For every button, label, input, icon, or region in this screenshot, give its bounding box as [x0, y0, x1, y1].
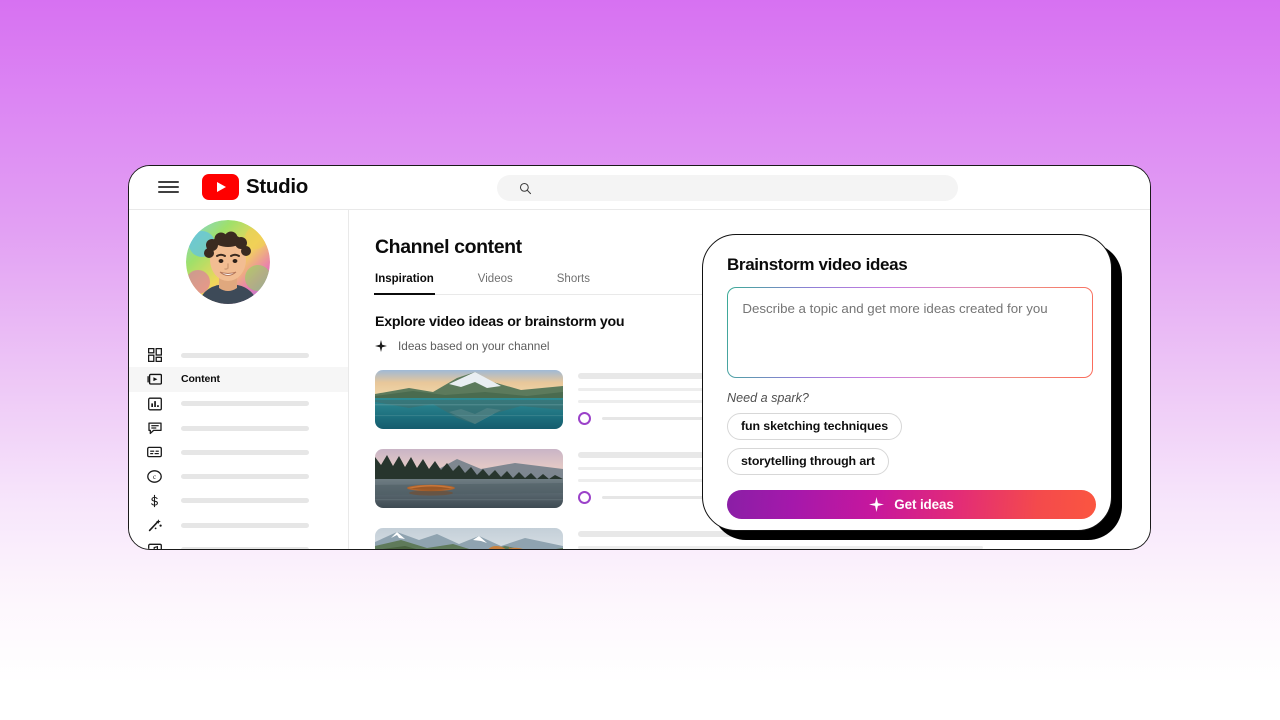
sidebar-item-subtitles[interactable]	[129, 440, 348, 464]
prompt-field-border	[727, 287, 1093, 378]
hamburger-menu-icon[interactable]	[158, 179, 179, 195]
earn-dollar-icon: S	[147, 493, 162, 508]
suggestion-chip-1[interactable]: fun sketching techniques	[727, 413, 902, 440]
sidebar-item-label-placeholder	[181, 522, 309, 528]
sidebar-item-comments[interactable]	[129, 416, 348, 440]
svg-text:c: c	[153, 473, 156, 481]
sidebar-item-analytics[interactable]	[129, 392, 348, 416]
sidebar: Content c	[129, 210, 349, 549]
search-icon	[519, 182, 532, 194]
top-bar: Studio	[129, 166, 1150, 210]
tab-videos[interactable]: Videos	[478, 273, 513, 294]
need-a-spark-label: Need a spark?	[727, 391, 809, 405]
youtube-logo-icon	[202, 174, 239, 200]
wooden-boat-misty-lake-thumbnail[interactable]	[375, 449, 563, 508]
sidebar-item-content[interactable]: Content	[129, 367, 348, 392]
sidebar-item-label-placeholder	[181, 401, 309, 407]
comments-speech-bubble-icon	[147, 421, 162, 436]
loading-ring-icon	[578, 412, 591, 426]
get-ideas-label: Get ideas	[894, 497, 954, 512]
ideas-source-label: Ideas based on your channel	[398, 339, 550, 353]
sidebar-item-label-placeholder	[181, 547, 309, 549]
brand-logo[interactable]: Studio	[202, 174, 308, 200]
tab-inspiration[interactable]: Inspiration	[374, 273, 435, 296]
placeholder-line	[578, 545, 983, 549]
loading-ring-icon	[578, 491, 591, 505]
sidebar-item-audio-library[interactable]	[129, 537, 348, 549]
dialog-title: Brainstorm video ideas	[727, 255, 908, 274]
brainstorm-dialog: Brainstorm video ideas Need a spark? fun…	[702, 234, 1112, 531]
audio-library-icon	[147, 542, 162, 549]
person-red-jacket-mountain-view-thumbnail[interactable]	[375, 528, 563, 549]
suggestion-chip-2[interactable]: storytelling through art	[727, 448, 889, 475]
sidebar-item-label: Content	[181, 373, 220, 386]
search-input[interactable]	[497, 175, 958, 201]
sidebar-item-earn[interactable]: S	[129, 489, 348, 513]
sidebar-item-copyright[interactable]: c	[129, 464, 348, 488]
analytics-bar-chart-icon	[147, 396, 162, 411]
avatar-image	[186, 220, 270, 304]
sidebar-nav-list: Content c	[129, 343, 348, 549]
mountain-peak-lake-reflection-thumbnail[interactable]	[375, 370, 563, 429]
avatar[interactable]	[186, 220, 270, 304]
sidebar-item-customization[interactable]	[129, 513, 348, 537]
subtitles-icon	[147, 445, 162, 460]
sparkle-icon	[375, 340, 387, 352]
sidebar-item-label-placeholder	[181, 425, 309, 431]
suggestion-chips: fun sketching techniques storytelling th…	[727, 405, 1087, 475]
page-background: Studio Content c Channel content Inspira…	[0, 0, 1280, 720]
dashboard-grid-icon	[147, 348, 162, 363]
sidebar-item-dashboard[interactable]	[129, 343, 348, 367]
sidebar-item-label-placeholder	[181, 352, 309, 358]
sidebar-item-label-placeholder	[181, 498, 309, 504]
copyright-icon: c	[147, 469, 162, 484]
sparkle-icon	[869, 497, 885, 512]
get-ideas-button[interactable]: Get ideas	[727, 490, 1096, 519]
content-video-icon	[147, 372, 162, 387]
sidebar-item-label-placeholder	[181, 449, 309, 455]
prompt-textarea[interactable]	[728, 288, 1092, 377]
brand-name-label: Studio	[246, 175, 308, 198]
tab-shorts[interactable]: Shorts	[557, 273, 590, 294]
customization-wand-icon	[147, 518, 162, 533]
sidebar-item-label-placeholder	[181, 474, 309, 480]
